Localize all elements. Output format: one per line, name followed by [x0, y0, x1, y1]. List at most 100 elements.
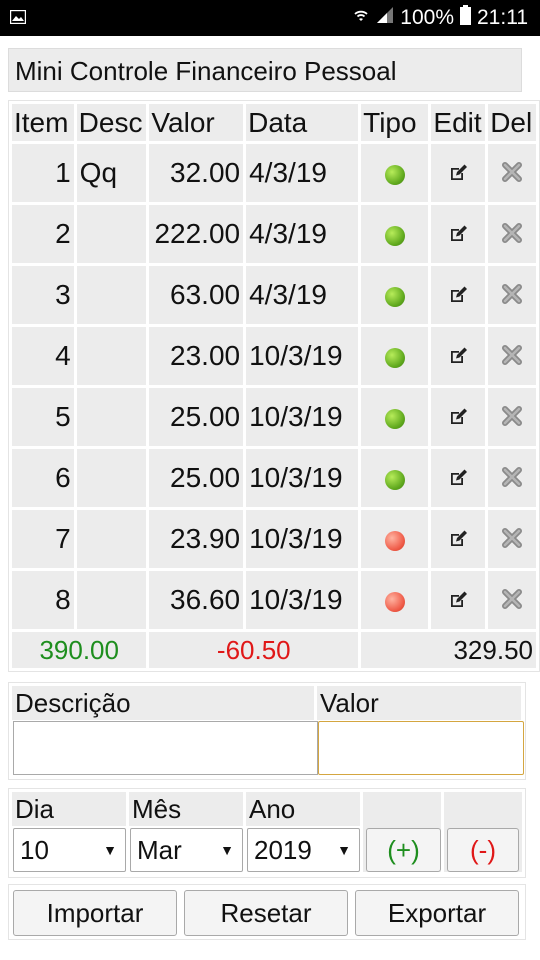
add-button[interactable]: (+) [366, 828, 441, 872]
cell-tipo [361, 449, 429, 507]
header-desc: Desc [76, 104, 147, 141]
edit-icon [448, 524, 468, 556]
app-title-box: Mini Controle Financeiro Pessoal [8, 48, 522, 92]
delete-button[interactable] [488, 388, 536, 446]
cell-item: 2 [12, 205, 74, 263]
total-net: 329.50 [361, 632, 536, 668]
delete-button[interactable] [488, 571, 536, 629]
valor-label: Valor [317, 686, 521, 720]
transactions-table: Item Desc Valor Data Tipo Edit Del 1 Qq … [8, 100, 540, 672]
cell-desc [76, 205, 147, 263]
dropdown-arrow-icon: ▼ [103, 842, 117, 858]
header-item: Item [12, 104, 74, 141]
wifi-icon [352, 6, 370, 30]
cell-desc [76, 571, 147, 629]
cell-data: 4/3/19 [246, 144, 359, 202]
cell-data: 10/3/19 [246, 510, 359, 568]
dropdown-arrow-icon: ▼ [337, 842, 351, 858]
dia-label: Dia [12, 792, 126, 826]
subtract-button[interactable]: (-) [447, 828, 519, 872]
delete-button[interactable] [488, 205, 536, 263]
cell-desc [76, 449, 147, 507]
importar-button[interactable]: Importar [13, 890, 177, 936]
status-bar: 100% 21:11 [0, 0, 540, 36]
edit-icon [448, 402, 468, 434]
cell-item: 6 [12, 449, 74, 507]
cell-data: 10/3/19 [246, 449, 359, 507]
header-valor: Valor [149, 104, 244, 141]
mes-select[interactable]: Mar ▼ [130, 828, 243, 872]
red-dot-icon [384, 591, 405, 612]
cell-data: 4/3/19 [246, 266, 359, 324]
edit-button[interactable] [431, 510, 486, 568]
dia-select[interactable]: 10 ▼ [13, 828, 126, 872]
total-expense: -60.50 [149, 632, 359, 668]
edit-button[interactable] [431, 571, 486, 629]
exportar-button[interactable]: Exportar [355, 890, 519, 936]
cell-tipo [361, 144, 429, 202]
delete-button[interactable] [488, 327, 536, 385]
cell-data: 10/3/19 [246, 327, 359, 385]
delete-x-icon [501, 219, 523, 251]
edit-icon [448, 219, 468, 251]
table-row: 6 25.00 10/3/19 [12, 449, 536, 507]
cell-valor: 25.00 [149, 449, 244, 507]
ano-label: Ano [246, 792, 360, 826]
gallery-notification-icon [9, 9, 27, 25]
edit-button[interactable] [431, 327, 486, 385]
signal-icon [376, 6, 394, 30]
delete-button[interactable] [488, 449, 536, 507]
cell-data: 10/3/19 [246, 388, 359, 446]
valor-input[interactable] [318, 721, 524, 775]
green-dot-icon [384, 347, 405, 368]
entry-form: Descrição Valor [8, 682, 526, 780]
cell-item: 1 [12, 144, 74, 202]
delete-x-icon [501, 341, 523, 373]
green-dot-icon [384, 408, 405, 429]
green-dot-icon [384, 469, 405, 490]
cell-tipo [361, 571, 429, 629]
cell-desc [76, 510, 147, 568]
header-del: Del [488, 104, 536, 141]
header-data: Data [246, 104, 359, 141]
red-dot-icon [384, 530, 405, 551]
green-dot-icon [384, 286, 405, 307]
edit-icon [448, 158, 468, 190]
mes-label: Mês [129, 792, 243, 826]
cell-valor: 23.00 [149, 327, 244, 385]
table-row: 3 63.00 4/3/19 [12, 266, 536, 324]
green-dot-icon [384, 225, 405, 246]
delete-x-icon [501, 524, 523, 556]
green-dot-icon [384, 164, 405, 185]
cell-valor: 25.00 [149, 388, 244, 446]
edit-button[interactable] [431, 449, 486, 507]
delete-button[interactable] [488, 144, 536, 202]
descricao-label: Descrição [12, 686, 314, 720]
delete-x-icon [501, 402, 523, 434]
resetar-button[interactable]: Resetar [184, 890, 348, 936]
cell-tipo [361, 327, 429, 385]
delete-button[interactable] [488, 266, 536, 324]
totals-row: 390.00 -60.50 329.50 [12, 632, 536, 668]
app-title: Mini Controle Financeiro Pessoal [15, 56, 397, 86]
battery-icon [460, 5, 471, 31]
ano-select[interactable]: 2019 ▼ [247, 828, 360, 872]
cell-item: 4 [12, 327, 74, 385]
ano-value: 2019 [254, 835, 312, 865]
cell-desc [76, 266, 147, 324]
descricao-input[interactable] [13, 721, 318, 775]
edit-icon [448, 280, 468, 312]
edit-button[interactable] [431, 388, 486, 446]
edit-button[interactable] [431, 144, 486, 202]
delete-button[interactable] [488, 510, 536, 568]
table-row: 7 23.90 10/3/19 [12, 510, 536, 568]
edit-button[interactable] [431, 205, 486, 263]
cell-desc: Qq [76, 144, 147, 202]
edit-button[interactable] [431, 266, 486, 324]
table-row: 5 25.00 10/3/19 [12, 388, 536, 446]
header-edit: Edit [431, 104, 486, 141]
cell-valor: 222.00 [149, 205, 244, 263]
edit-icon [448, 585, 468, 617]
table-row: 8 36.60 10/3/19 [12, 571, 536, 629]
header-tipo: Tipo [361, 104, 429, 141]
